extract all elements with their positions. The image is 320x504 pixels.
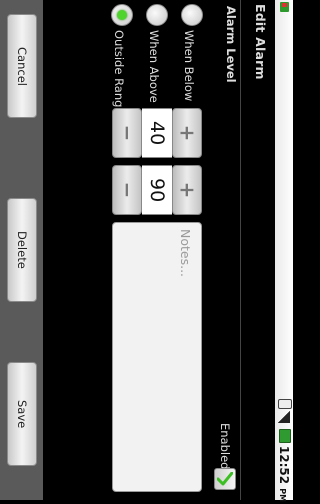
page-title: Edit Alarm	[253, 4, 268, 80]
status-time: 12:52 PM	[277, 445, 291, 503]
radio-when-below-label[interactable]: When Below	[182, 30, 196, 101]
high-value-stepper: − 90 +	[112, 165, 202, 215]
low-increment-button[interactable]: +	[172, 108, 202, 158]
radio-when-above[interactable]	[146, 4, 168, 26]
signal-icon	[278, 411, 290, 423]
notes-input[interactable]: Notes...	[112, 222, 202, 492]
alarm-level-heading: Alarm Level	[224, 6, 238, 83]
low-decrement-button[interactable]: −	[112, 108, 142, 158]
battery-icon	[279, 429, 291, 443]
title-divider	[240, 0, 241, 500]
high-increment-button[interactable]: +	[172, 165, 202, 215]
cancel-button[interactable]: Cancel	[7, 14, 37, 118]
notification-badge-icon	[282, 3, 287, 7]
status-icons: 12:52 PM	[276, 398, 292, 502]
high-decrement-button[interactable]: −	[112, 165, 142, 215]
radio-when-below[interactable]	[181, 4, 203, 26]
checkmark-icon	[217, 472, 233, 486]
save-button[interactable]: Save	[7, 362, 37, 466]
notes-placeholder: Notes...	[178, 229, 193, 278]
enabled-checkbox[interactable]	[214, 468, 236, 490]
radio-when-above-label[interactable]: When Above	[147, 30, 161, 103]
radio-outside-range-label[interactable]: Outside Range	[112, 30, 126, 115]
high-value-field[interactable]: 90	[142, 165, 172, 215]
radio-outside-range[interactable]	[111, 4, 133, 26]
delete-button[interactable]: Delete	[7, 198, 37, 302]
usb-icon	[278, 399, 292, 409]
low-value-stepper: − 40 +	[112, 108, 202, 158]
enabled-label: Enabled	[218, 423, 232, 470]
low-value-field[interactable]: 40	[142, 108, 172, 158]
